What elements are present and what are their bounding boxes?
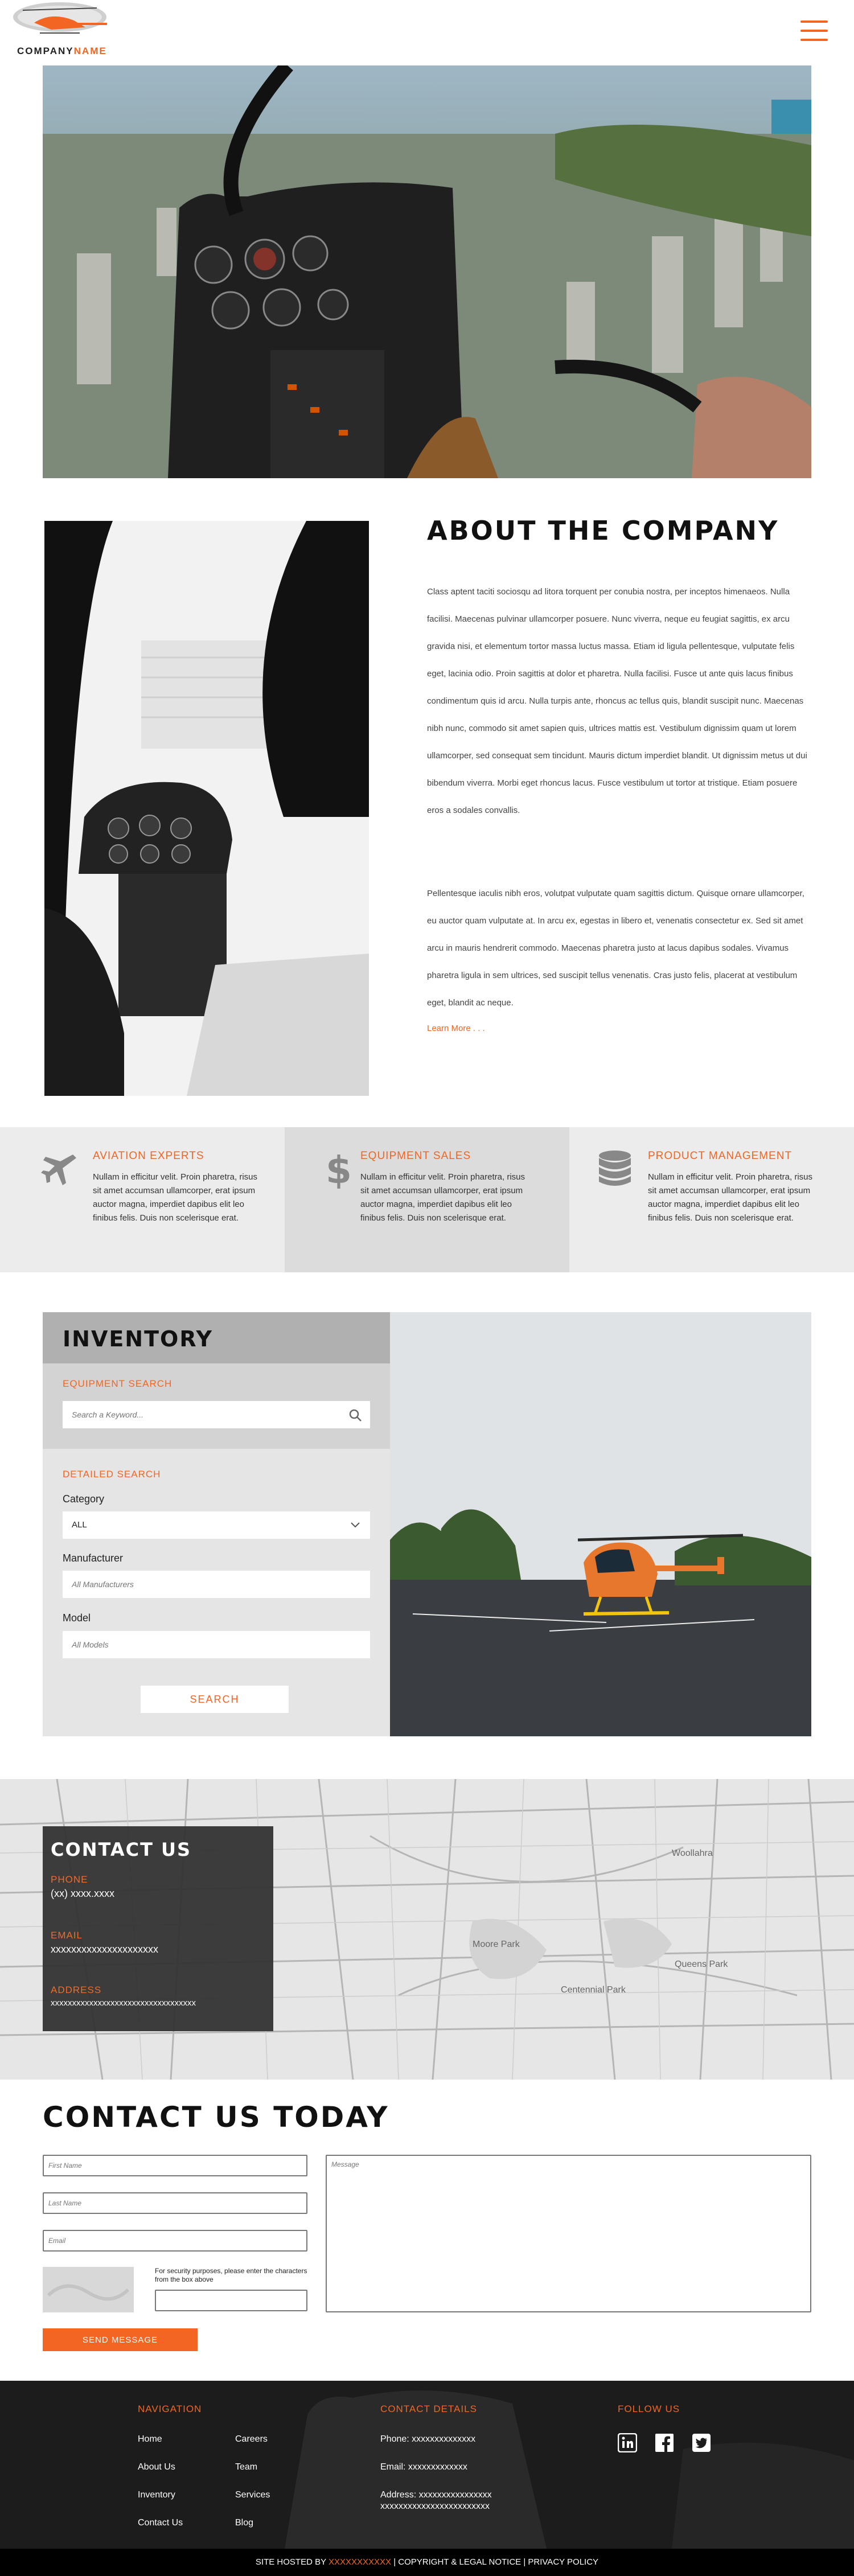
footer-email: Email: xxxxxxxxxxxxx [380,2462,467,2472]
send-message-button[interactable]: SEND MESSAGE [43,2328,198,2351]
features-strip: AVIATION EXPERTS Nullam in efficitur vel… [0,1127,854,1272]
footer-contact-heading: CONTACT DETAILS [380,2404,477,2414]
inventory-helicopter-photo [390,1312,811,1736]
footer-link-team[interactable]: Team [235,2462,257,2472]
category-label: Category [63,1493,105,1505]
map-label-woollahra: Woollahra [672,1848,713,1858]
detailed-search-label: DETAILED SEARCH [63,1469,161,1480]
first-name-field[interactable] [43,2155,307,2176]
inventory-search-button[interactable]: SEARCH [141,1686,289,1713]
about-paragraph-2: Pellentesque iaculis nibh eros, volutpat… [427,889,804,1008]
address-value: xxxxxxxxxxxxxxxxxxxxxxxxxxxxxxxxxx [51,1998,196,2008]
manufacturer-field[interactable] [63,1571,370,1598]
phone-label: PHONE [51,1874,88,1885]
hosted-by-text: SITE HOSTED BY [255,2557,326,2567]
feature-text: Nullam in efficitur velit. Proin pharetr… [360,1172,525,1223]
footer-link-services[interactable]: Services [235,2490,270,2500]
email-label: EMAIL [51,1930,83,1941]
contact-form-title: CONTACT US TODAY [43,2101,389,2134]
footer-phone: Phone: xxxxxxxxxxxxxx [380,2434,476,2444]
footer-link-home[interactable]: Home [138,2434,162,2444]
manufacturer-label: Manufacturer [63,1552,124,1564]
logo-word-name: NAME [73,46,107,56]
inventory-header: INVENTORY [43,1312,390,1363]
learn-more-link[interactable]: Learn More . . . [427,1024,485,1033]
contact-box-title: CONTACT US [51,1839,192,1860]
linkedin-icon[interactable] [618,2433,637,2452]
category-select[interactable]: ALL [63,1511,370,1539]
captcha-image [43,2267,134,2312]
email-value[interactable]: xxxxxxxxxxxxxxxxxxxxx [51,1944,158,1955]
facebook-icon[interactable] [655,2433,674,2452]
chevron-down-icon [351,1522,360,1528]
logo-word-company: COMPANY [17,46,74,56]
keyword-search-input[interactable] [63,1401,370,1428]
phone-value: (xx) xxxx.xxxx [51,1888,114,1899]
category-selected-value: ALL [72,1520,87,1530]
airplane-icon [41,1155,76,1185]
captcha-field[interactable] [155,2290,307,2311]
equipment-search-block: EQUIPMENT SEARCH [43,1363,390,1449]
site-header: COMPANYNAME [0,0,854,65]
map-label-moore-park: Moore Park [473,1940,520,1949]
svg-text:$: $ [326,1149,352,1189]
feature-product-management: PRODUCT MANAGEMENT Nullam in efficitur v… [569,1127,854,1272]
hero-cockpit-image [43,65,811,478]
contact-info-box: CONTACT US PHONE (xx) xxxx.xxxx EMAIL xx… [43,1826,273,2031]
about-cockpit-photo [44,521,369,1096]
feature-aviation-experts: AVIATION EXPERTS Nullam in efficitur vel… [0,1127,285,1272]
feature-text: Nullam in efficitur velit. Proin pharetr… [93,1172,257,1223]
feature-text: Nullam in efficitur velit. Proin pharetr… [648,1172,812,1223]
footer-follow-heading: FOLLOW US [618,2404,680,2414]
twitter-icon[interactable] [692,2433,711,2452]
last-name-field[interactable] [43,2192,307,2214]
footer-link-inventory[interactable]: Inventory [138,2490,175,2500]
model-label: Model [63,1612,91,1624]
captcha-instructions: For security purposes, please enter the … [155,2267,307,2283]
dollar-icon: $ [326,1149,352,1189]
map-label-queens-park: Queens Park [675,1959,728,1969]
feature-title: PRODUCT MANAGEMENT [648,1150,793,1162]
site-footer: NAVIGATION Home About Us Inventory Conta… [0,2381,854,2549]
footer-link-blog[interactable]: Blog [235,2518,253,2528]
bottom-bar: SITE HOSTED BY XXXXXXXXXXX | COPYRIGHT &… [0,2549,854,2576]
legal-links[interactable]: | COPYRIGHT & LEGAL NOTICE | PRIVACY POL… [393,2557,598,2567]
map-label-centennial-park: Centennial Park [561,1985,626,1995]
message-field[interactable] [326,2155,811,2312]
email-field[interactable] [43,2230,307,2252]
hamburger-menu-icon[interactable] [800,19,828,42]
logo-wordmark[interactable]: COMPANYNAME [17,46,107,57]
search-icon[interactable] [349,1409,362,1421]
database-icon [599,1151,631,1186]
inventory-panel: INVENTORY EQUIPMENT SEARCH DETAILED SEAR… [43,1312,390,1736]
footer-link-contact-us[interactable]: Contact Us [138,2518,183,2528]
feature-title: AVIATION EXPERTS [93,1150,204,1162]
footer-address-line-2: xxxxxxxxxxxxxxxxxxxxxxxx [380,2501,490,2511]
about-title: ABOUT THE COMPANY [427,515,779,546]
inventory-title: INVENTORY [63,1326,214,1351]
footer-navigation-heading: NAVIGATION [138,2404,202,2414]
model-field[interactable] [63,1631,370,1658]
feature-title: EQUIPMENT SALES [360,1150,471,1162]
about-paragraph-1: Class aptent taciti sociosqu ad litora t… [427,587,807,815]
footer-address-line-1: Address: xxxxxxxxxxxxxxxx [380,2490,492,2500]
footer-link-about-us[interactable]: About Us [138,2462,175,2472]
address-label: ADDRESS [51,1985,102,1995]
feature-equipment-sales: $ EQUIPMENT SALES Nullam in efficitur ve… [285,1127,569,1272]
equipment-search-label: EQUIPMENT SEARCH [63,1378,173,1389]
footer-link-careers[interactable]: Careers [235,2434,268,2444]
host-name-link[interactable]: XXXXXXXXXXX [329,2557,391,2567]
